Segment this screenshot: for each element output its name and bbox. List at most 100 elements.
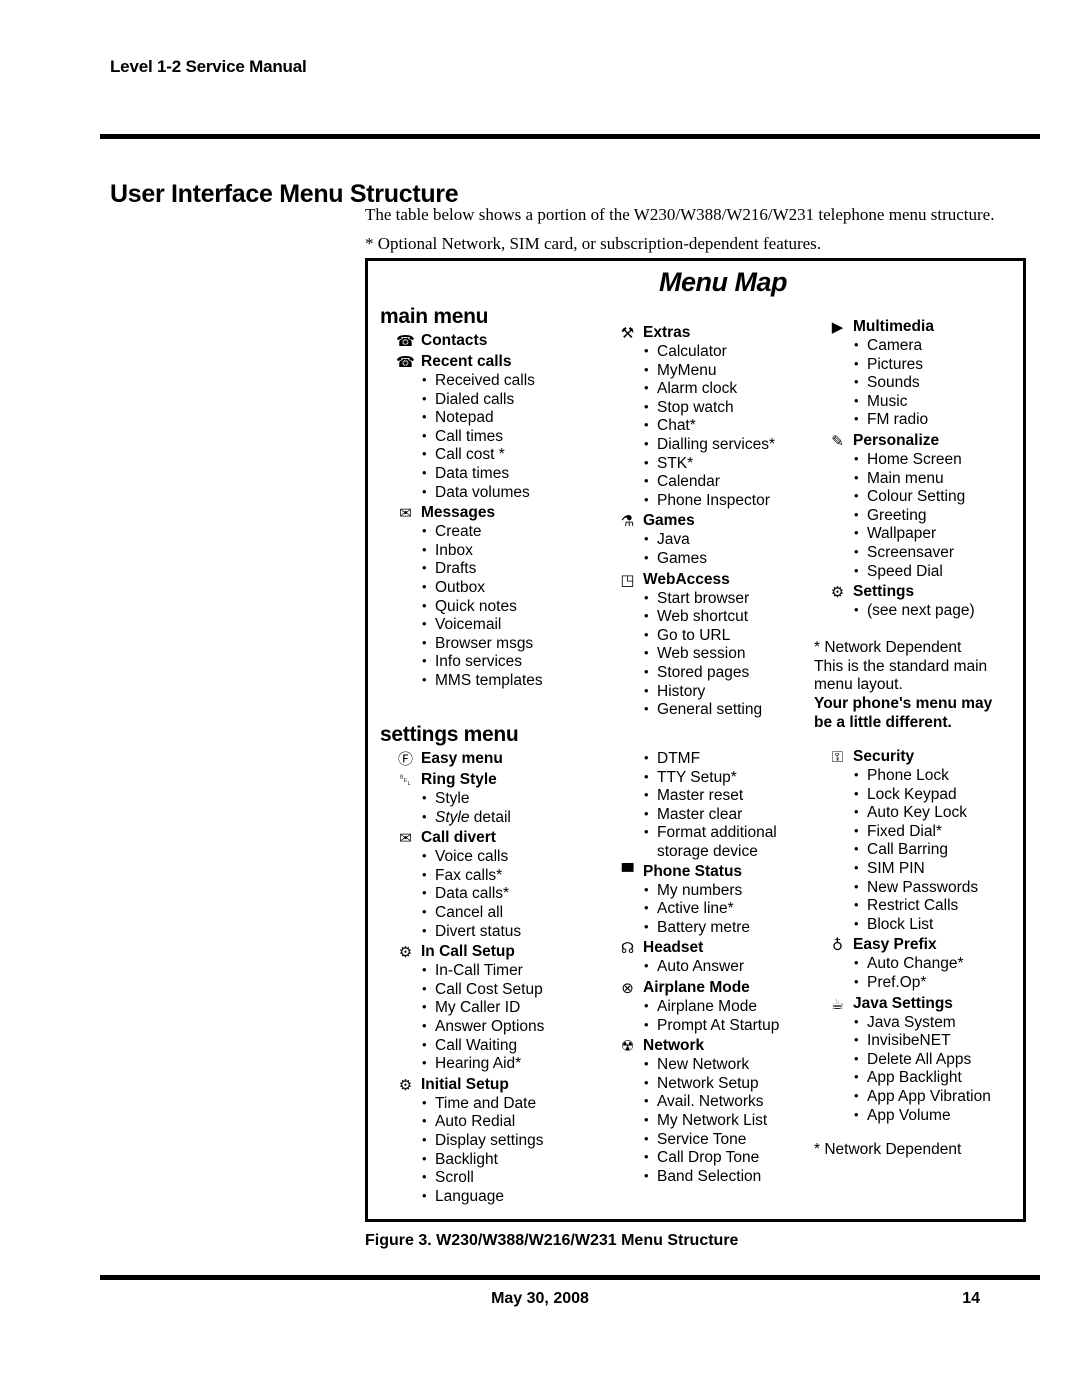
menu-item[interactable]: App Volume [854,1106,1022,1126]
menu-item[interactable]: Camera [854,336,1022,356]
menu-item[interactable]: My numbers [644,881,808,901]
menu-item[interactable]: Network Setup [644,1074,808,1094]
menu-item[interactable]: Pref.Op* [854,973,1022,993]
menu-item[interactable]: Active line* [644,899,808,919]
menu-item[interactable]: Fixed Dial* [854,822,1022,842]
menu-item[interactable]: Scroll [422,1168,602,1188]
menu-item[interactable]: DTMF [644,749,808,769]
menu-item[interactable]: Fax calls* [422,866,602,886]
menu-item[interactable]: New Network [644,1055,808,1075]
menu-group-header[interactable]: ␇ Ring Style [380,770,602,790]
menu-item[interactable]: Block List [854,915,1022,935]
menu-item[interactable]: In-Call Timer [422,961,602,981]
menu-item[interactable]: Divert status [422,922,602,942]
menu-item[interactable]: Notepad [422,408,602,428]
menu-item[interactable]: Java System [854,1013,1022,1033]
menu-item[interactable]: Start browser [644,589,808,609]
menu-item[interactable]: Main menu [854,469,1022,489]
menu-group-header[interactable]: ✎ Personalize [812,431,1022,451]
menu-item[interactable]: Stop watch [644,398,808,418]
menu-item[interactable]: My Caller ID [422,998,602,1018]
menu-item[interactable]: Chat* [644,416,808,436]
menu-item[interactable]: Data calls* [422,884,602,904]
menu-item[interactable]: TTY Setup* [644,768,808,788]
menu-item[interactable]: Greeting [854,506,1022,526]
menu-item[interactable]: Auto Change* [854,954,1022,974]
menu-item[interactable]: Call Cost Setup [422,980,602,1000]
menu-item[interactable]: Web session [644,644,808,664]
menu-item[interactable]: History [644,682,808,702]
menu-item[interactable]: Browser msgs [422,634,602,654]
menu-group-header[interactable]: ▶ Multimedia [812,317,1022,337]
menu-item[interactable]: Lock Keypad [854,785,1022,805]
menu-group-header[interactable]: ⚙ Initial Setup [380,1075,602,1095]
menu-item[interactable]: Java [644,530,808,550]
menu-item[interactable]: (see next page) [854,601,1022,621]
menu-item[interactable]: Stored pages [644,663,808,683]
menu-item[interactable]: Style detail [422,808,602,828]
menu-item[interactable]: Answer Options [422,1017,602,1037]
menu-item[interactable]: InvisibeNET [854,1031,1022,1051]
menu-item[interactable]: Phone Lock [854,766,1022,786]
menu-item[interactable]: MyMenu [644,361,808,381]
menu-item[interactable]: Dialling services* [644,435,808,455]
menu-item[interactable]: Alarm clock [644,379,808,399]
menu-item[interactable]: Time and Date [422,1094,602,1114]
menu-item[interactable]: Outbox [422,578,602,598]
menu-group-header[interactable]: ☎ Contacts [380,331,602,351]
menu-item[interactable]: Delete All Apps [854,1050,1022,1070]
menu-item[interactable]: Games [644,549,808,569]
menu-group-header[interactable]: ⚗ Games [602,511,808,531]
menu-item[interactable]: MMS templates [422,671,602,691]
menu-item[interactable]: Hearing Aid* [422,1054,602,1074]
menu-group-header[interactable]: ☕ Java Settings [812,994,1022,1014]
menu-item[interactable]: Drafts [422,559,602,579]
menu-item[interactable]: Format additional storage device [644,823,808,861]
menu-item[interactable]: Go to URL [644,626,808,646]
menu-item[interactable]: Wallpaper [854,524,1022,544]
menu-item[interactable]: Voice calls [422,847,602,867]
menu-item[interactable]: Colour Setting [854,487,1022,507]
menu-group-header[interactable]: ◳ WebAccess [602,570,808,590]
menu-item[interactable]: Call Waiting [422,1036,602,1056]
menu-group-header[interactable]: Ⓕ Easy menu [380,749,602,769]
menu-item[interactable]: Call Barring [854,840,1022,860]
menu-item[interactable]: App Backlight [854,1068,1022,1088]
menu-group-header[interactable]: ⚿ Security [812,747,1022,767]
menu-item[interactable]: Data times [422,464,602,484]
menu-item[interactable]: Info services [422,652,602,672]
menu-item[interactable]: Calculator [644,342,808,362]
menu-item[interactable]: Display settings [422,1131,602,1151]
menu-item[interactable]: Auto Redial [422,1112,602,1132]
menu-item[interactable]: Cancel all [422,903,602,923]
menu-item[interactable]: Screensaver [854,543,1022,563]
menu-group-header[interactable]: ✉ Messages [380,503,602,523]
menu-item[interactable]: Web shortcut [644,607,808,627]
menu-group-header[interactable]: ☢ Network [602,1036,808,1056]
menu-item[interactable]: Auto Key Lock [854,803,1022,823]
menu-item[interactable]: Call times [422,427,602,447]
menu-item[interactable]: Data volumes [422,483,602,503]
menu-item[interactable]: Pictures [854,355,1022,375]
menu-item[interactable]: General setting [644,700,808,720]
menu-item[interactable]: FM radio [854,410,1022,430]
menu-item[interactable]: Language [422,1187,602,1207]
menu-item[interactable]: Airplane Mode [644,997,808,1017]
menu-item[interactable]: Sounds [854,373,1022,393]
menu-group-header[interactable]: ⊗ Airplane Mode [602,978,808,998]
menu-item[interactable]: Speed Dial [854,562,1022,582]
menu-item[interactable]: Avail. Networks [644,1092,808,1112]
menu-item[interactable]: Dialed calls [422,390,602,410]
menu-group-header[interactable]: ☊ Headset [602,938,808,958]
menu-item[interactable]: Master reset [644,786,808,806]
menu-group-header[interactable]: ♁ Easy Prefix [812,935,1022,955]
menu-item[interactable]: Calendar [644,472,808,492]
menu-item[interactable]: SIM PIN [854,859,1022,879]
menu-item[interactable]: Style [422,789,602,809]
menu-item[interactable]: My Network List [644,1111,808,1131]
menu-item[interactable]: Auto Answer [644,957,808,977]
menu-item[interactable]: App App Vibration [854,1087,1022,1107]
menu-item[interactable]: Backlight [422,1150,602,1170]
menu-item[interactable]: Music [854,392,1022,412]
menu-item[interactable]: Home Screen [854,450,1022,470]
